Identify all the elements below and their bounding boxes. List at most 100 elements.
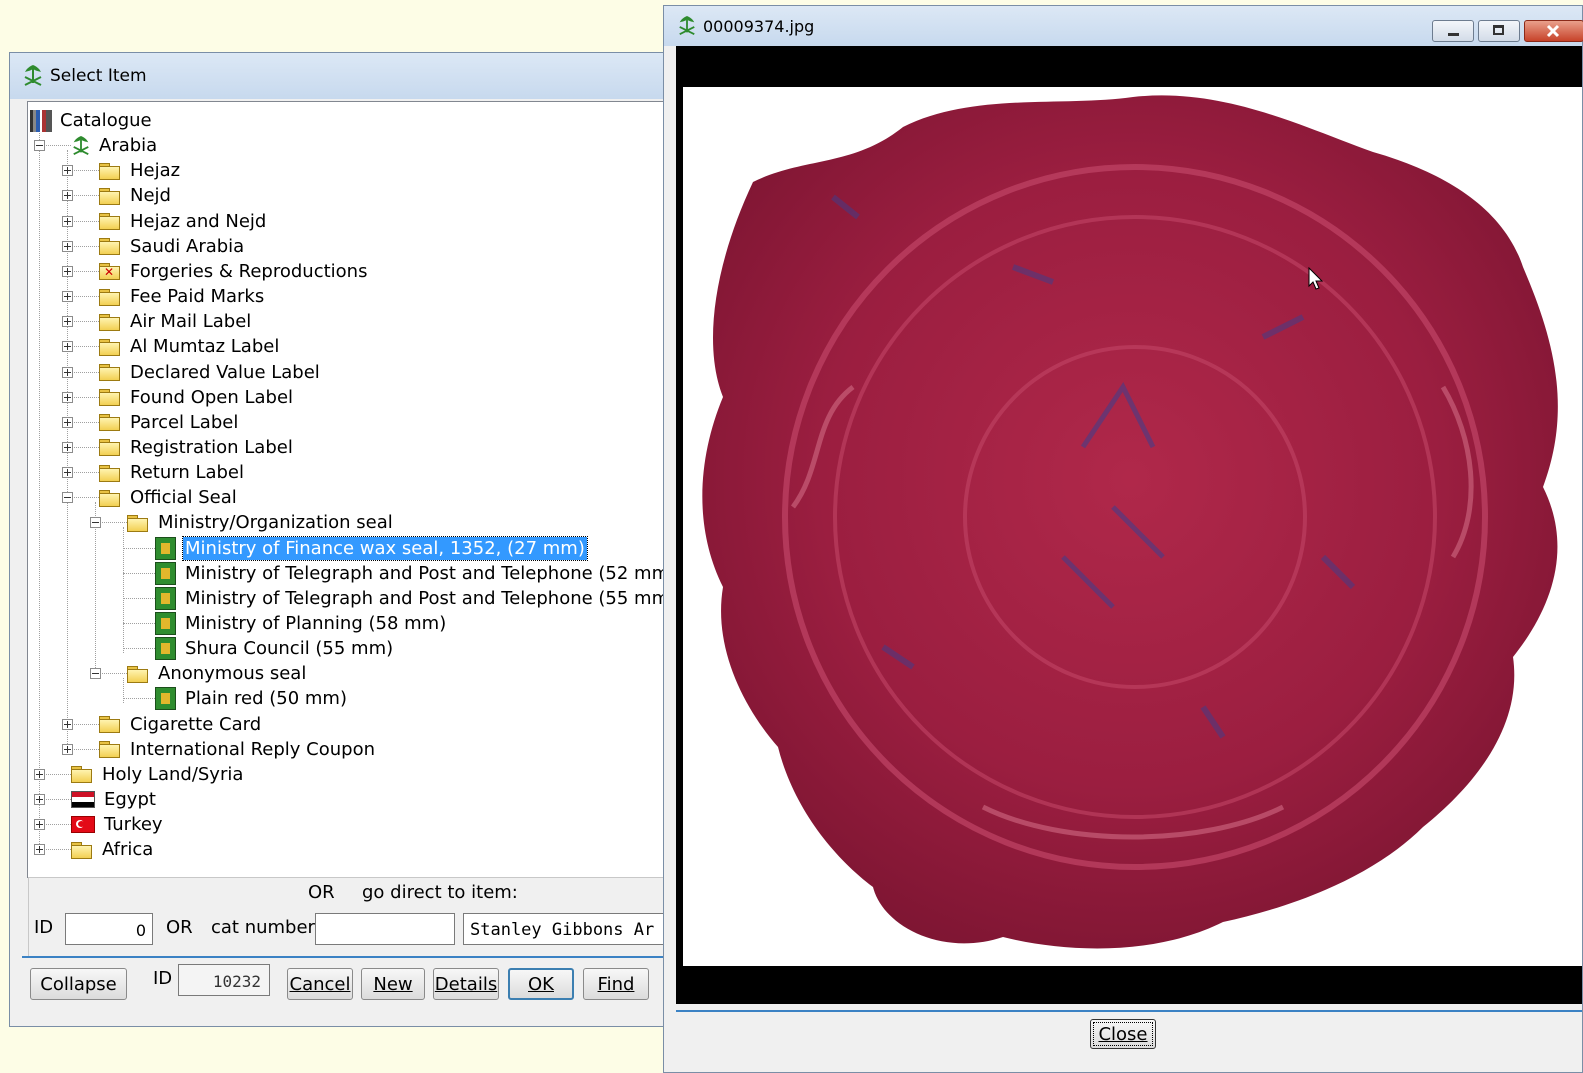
tree-item-label: Ministry/Organization seal [158, 512, 393, 534]
tree-item[interactable]: Ministry of Telegraph and Post and Telep… [155, 561, 678, 586]
expand-icon[interactable] [62, 291, 73, 303]
expand-icon[interactable] [62, 190, 73, 202]
tree-item[interactable]: Nejd [99, 183, 173, 208]
cancel-button[interactable]: Cancel [287, 968, 353, 1000]
tree-item[interactable]: Hejaz [99, 158, 182, 183]
find-button[interactable]: Find [583, 968, 649, 1000]
tree-item-label: Nejd [130, 185, 171, 207]
viewer-footer-divider [676, 1010, 1582, 1012]
expand-icon[interactable] [62, 165, 73, 177]
image-window-title: 00009374.jpg [703, 16, 815, 36]
close-button[interactable]: Close [1090, 1019, 1156, 1049]
catalogue-tree[interactable]: Catalogue Arabia Hejaz Nejd Hejaz and Nejd Sa… [27, 101, 679, 878]
expand-icon[interactable] [34, 768, 45, 780]
tree-item[interactable]: Cigarette Card [99, 712, 263, 737]
expand-icon[interactable] [62, 366, 73, 378]
tree-branch-line [123, 572, 155, 574]
seal-item-icon [155, 586, 176, 610]
footer-divider [22, 956, 674, 958]
seal-item-icon [155, 687, 176, 711]
tree-item-label: Ministry of Telegraph and Post and Telep… [185, 587, 677, 609]
tree-item[interactable]: ✕ Forgeries & Reproductions [99, 259, 369, 284]
tree-item-label: Air Mail Label [130, 311, 252, 333]
expand-icon[interactable] [34, 819, 45, 831]
image-viewer-window: 00009374.jpg Close [663, 5, 1583, 1073]
folder-icon [99, 489, 120, 507]
expand-icon[interactable] [62, 391, 73, 403]
direct-id-input[interactable]: 0 [65, 913, 153, 945]
tree-item[interactable]: Return Label [99, 460, 246, 485]
catalogue-select[interactable]: Stanley Gibbons Ar [463, 913, 677, 945]
tree-item[interactable]: Ministry of Finance wax seal, 1352, (27 … [155, 535, 588, 561]
maximize-button[interactable] [1478, 20, 1520, 42]
expand-icon[interactable] [62, 341, 73, 353]
select-item-titlebar[interactable]: Select Item [10, 53, 678, 99]
folder-icon [71, 841, 92, 859]
tree-item[interactable]: Fee Paid Marks [99, 284, 266, 309]
new-button[interactable]: New [361, 968, 425, 1000]
tree-item[interactable]: Registration Label [99, 435, 295, 460]
tree-item[interactable]: Africa [71, 837, 155, 862]
folder-icon [99, 364, 120, 381]
find-button-label: Find [597, 973, 635, 995]
tree-item[interactable]: Found Open Label [99, 385, 295, 410]
tree-item-label: Turkey [104, 814, 163, 836]
folder-icon [99, 716, 120, 734]
tree-item[interactable]: Plain red (50 mm) [155, 686, 349, 711]
tree-item[interactable]: Ministry of Telegraph and Post and Telep… [155, 586, 678, 611]
expand-icon[interactable] [62, 416, 73, 428]
expand-icon[interactable] [62, 265, 73, 277]
collapse-button[interactable]: Collapse [30, 968, 127, 1000]
window-close-button[interactable] [1524, 20, 1583, 42]
tree-item-label: International Reply Coupon [130, 738, 376, 760]
tree-item[interactable]: Shura Council (55 mm) [155, 636, 395, 661]
ok-button[interactable]: OK [508, 968, 574, 1000]
tree-item[interactable]: Hejaz and Nejd [99, 209, 268, 234]
expand-icon[interactable] [62, 240, 73, 252]
new-button-label: New [373, 973, 413, 995]
tree-item[interactable]: Declared Value Label [99, 360, 322, 385]
direct-item-group: OR go direct to item: ID 0 OR cat number… [28, 877, 678, 957]
expand-icon[interactable] [62, 316, 73, 328]
tree-item-label: Ministry of Planning (58 mm) [185, 613, 447, 634]
cat-number-input[interactable] [315, 913, 455, 945]
tree-item[interactable]: Holy Land/Syria [71, 762, 245, 787]
tree-item[interactable]: International Reply Coupon [99, 737, 377, 762]
tree-item[interactable]: Ministry/Organization seal [127, 510, 395, 535]
tree-item-label: Ministry of Telegraph and Post and Telep… [185, 562, 677, 584]
tree-item[interactable]: Arabia [71, 133, 159, 158]
expand-icon[interactable] [62, 441, 73, 453]
tree-item-label: Arabia [99, 135, 158, 157]
tree-item[interactable]: Saudi Arabia [99, 234, 246, 259]
tree-item[interactable]: Official Seal [99, 485, 239, 510]
tree-item-label: Africa [102, 839, 154, 861]
details-button[interactable]: Details [433, 968, 499, 1000]
tree-item[interactable]: Egypt [71, 787, 158, 812]
expand-icon[interactable] [62, 215, 73, 227]
tree-item[interactable]: Al Mumtaz Label [99, 334, 281, 359]
select-item-window: Select Item Catalogue Arabia Hejaz Nejd Heja… [9, 52, 679, 1027]
tree-branch-line [123, 698, 155, 700]
collapse-icon[interactable] [90, 517, 101, 529]
folder-icon [99, 338, 120, 356]
tree-item[interactable]: Turkey [71, 812, 165, 837]
collapse-icon[interactable] [62, 492, 73, 504]
expand-icon[interactable] [34, 844, 45, 856]
expand-icon[interactable] [62, 467, 73, 479]
tree-item[interactable]: Ministry of Planning (58 mm) [155, 611, 448, 636]
expand-icon[interactable] [34, 794, 45, 806]
expand-icon[interactable] [62, 718, 73, 730]
tree-item-label: Found Open Label [130, 386, 294, 408]
collapse-icon[interactable] [34, 140, 45, 152]
collapse-icon[interactable] [90, 668, 101, 680]
expand-icon[interactable] [62, 743, 73, 755]
cat-number-label: cat number [211, 917, 315, 938]
minimize-button[interactable] [1432, 20, 1474, 42]
tree-item[interactable]: Anonymous seal [127, 661, 308, 686]
tree-item[interactable]: Air Mail Label [99, 309, 253, 334]
wax-seal-photo [702, 95, 1558, 949]
tree-item[interactable]: Catalogue [30, 108, 154, 133]
tree-item[interactable]: Parcel Label [99, 410, 240, 435]
direct-id-label: ID [34, 917, 54, 938]
tree-branch-line [123, 597, 155, 599]
